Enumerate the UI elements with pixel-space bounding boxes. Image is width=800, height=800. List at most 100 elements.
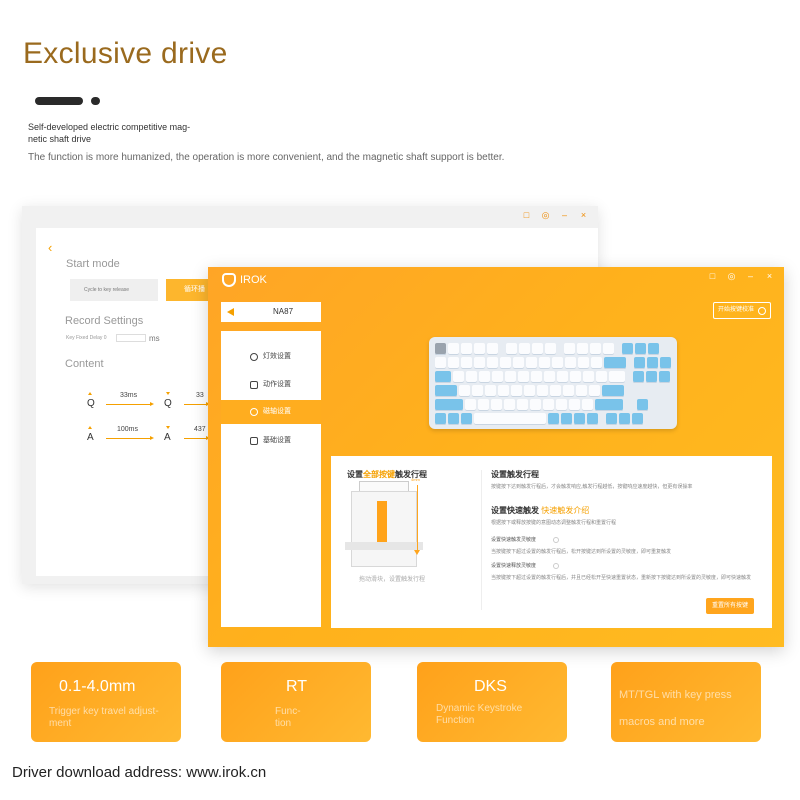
keyboard-key[interactable] <box>561 413 572 425</box>
keyboard-key[interactable] <box>603 343 614 355</box>
keyboard-key[interactable] <box>435 385 457 397</box>
nav-item-basic[interactable]: 基础设置 <box>221 429 321 453</box>
keyboard-key[interactable] <box>564 343 575 355</box>
device-prev-icon[interactable] <box>227 308 234 316</box>
keyboard-key[interactable] <box>587 413 598 425</box>
keyboard-key[interactable] <box>435 399 463 411</box>
keyboard-key[interactable] <box>530 399 541 411</box>
keyboard-key[interactable] <box>632 413 643 425</box>
keyboard-key[interactable] <box>478 399 489 411</box>
keyboard-key[interactable] <box>557 371 568 383</box>
keyboard-key[interactable] <box>633 371 644 383</box>
keyboard-key[interactable] <box>524 385 535 397</box>
keyboard-key[interactable] <box>531 371 542 383</box>
keyboard-key[interactable] <box>532 343 543 355</box>
help-icon[interactable]: ◎ <box>727 272 736 281</box>
keyboard-key[interactable] <box>622 343 633 355</box>
keyboard-key[interactable] <box>565 357 576 369</box>
keyboard-key[interactable] <box>552 357 563 369</box>
restore-icon[interactable]: □ <box>708 272 717 281</box>
keyboard-key[interactable] <box>448 413 459 425</box>
keyboard-preview[interactable] <box>429 337 677 429</box>
nav-item-actions[interactable]: 动作设置 <box>221 373 321 397</box>
keyboard-key[interactable] <box>602 385 624 397</box>
keyboard-key[interactable] <box>604 357 626 369</box>
keyboard-key[interactable] <box>459 385 470 397</box>
minimize-icon[interactable]: – <box>560 211 569 220</box>
keyboard-key[interactable] <box>492 371 503 383</box>
keyboard-key[interactable] <box>465 399 476 411</box>
keyboard-key[interactable] <box>526 357 537 369</box>
keyboard-key[interactable] <box>448 357 459 369</box>
keyboard-key[interactable] <box>487 343 498 355</box>
keyboard-key[interactable] <box>646 371 657 383</box>
keyboard-key[interactable] <box>491 399 502 411</box>
keyboard-key[interactable] <box>574 413 585 425</box>
keyboard-key[interactable] <box>659 371 670 383</box>
nav-item-magnetic[interactable]: 磁轴设置 <box>221 400 321 424</box>
keyboard-key[interactable] <box>448 343 459 355</box>
keyboard-key[interactable] <box>505 371 516 383</box>
keyboard-key[interactable] <box>479 371 490 383</box>
keyboard-key[interactable] <box>583 371 594 383</box>
keyboard-key[interactable] <box>591 357 602 369</box>
keyboard-key[interactable] <box>539 357 550 369</box>
keyboard-key[interactable] <box>556 399 567 411</box>
keyboard-key[interactable] <box>487 357 498 369</box>
help-icon[interactable]: ◎ <box>541 211 550 220</box>
keyboard-key[interactable] <box>590 343 601 355</box>
keyboard-key[interactable] <box>543 399 554 411</box>
keyboard-key[interactable] <box>637 399 648 411</box>
keyboard-key[interactable] <box>504 399 515 411</box>
nav-item-lighting[interactable]: 灯效设置 <box>221 345 321 369</box>
opt2-checkbox[interactable] <box>553 563 559 569</box>
keyboard-key[interactable] <box>485 385 496 397</box>
keyboard-key[interactable] <box>498 385 509 397</box>
keyboard-key[interactable] <box>511 385 522 397</box>
keyboard-key[interactable] <box>576 385 587 397</box>
start-mode-select[interactable]: Cycle to key release <box>70 279 158 301</box>
keyboard-key[interactable] <box>453 371 464 383</box>
keyboard-key[interactable] <box>647 357 658 369</box>
keyboard-key[interactable] <box>569 399 580 411</box>
keyboard-key[interactable] <box>474 343 485 355</box>
keyboard-key[interactable] <box>435 357 446 369</box>
keyboard-key[interactable] <box>474 413 546 425</box>
calibrate-button[interactable]: 开始按键校准 <box>713 302 771 319</box>
keyboard-key[interactable] <box>619 413 630 425</box>
keyboard-key[interactable] <box>596 371 607 383</box>
keyboard-key[interactable] <box>609 371 625 383</box>
opt1-checkbox[interactable] <box>553 537 559 543</box>
keyboard-key[interactable] <box>570 371 581 383</box>
back-chevron-icon[interactable]: ‹ <box>48 240 52 255</box>
keyboard-key[interactable] <box>648 343 659 355</box>
keyboard-key[interactable] <box>582 399 593 411</box>
keyboard-key[interactable] <box>506 343 517 355</box>
keyboard-key[interactable] <box>519 343 530 355</box>
keyboard-key[interactable] <box>500 357 511 369</box>
keyboard-key[interactable] <box>578 357 589 369</box>
keyboard-key[interactable] <box>466 371 477 383</box>
keyboard-key[interactable] <box>595 399 623 411</box>
minimize-icon[interactable]: – <box>746 272 755 281</box>
keyboard-key[interactable] <box>474 357 485 369</box>
close-icon[interactable]: × <box>765 272 774 281</box>
keyboard-key[interactable] <box>660 357 671 369</box>
device-selector[interactable]: NA87 <box>221 302 321 322</box>
keyboard-key[interactable] <box>518 371 529 383</box>
travel-slider[interactable] <box>414 485 420 555</box>
keyboard-key[interactable] <box>435 413 446 425</box>
restore-icon[interactable]: □ <box>522 211 531 220</box>
keyboard-key[interactable] <box>537 385 548 397</box>
keyboard-key[interactable] <box>563 385 574 397</box>
keyboard-key[interactable] <box>577 343 588 355</box>
keyboard-key[interactable] <box>435 371 451 383</box>
keyboard-key[interactable] <box>517 399 528 411</box>
rapid-intro-link[interactable]: 快速触发介绍 <box>541 506 589 515</box>
close-icon[interactable]: × <box>579 211 588 220</box>
keyboard-key[interactable] <box>634 357 645 369</box>
keyboard-key[interactable] <box>461 357 472 369</box>
reset-all-keys-button[interactable]: 重置所有按键 <box>706 598 754 614</box>
keyboard-key[interactable] <box>544 371 555 383</box>
keyboard-key[interactable] <box>472 385 483 397</box>
